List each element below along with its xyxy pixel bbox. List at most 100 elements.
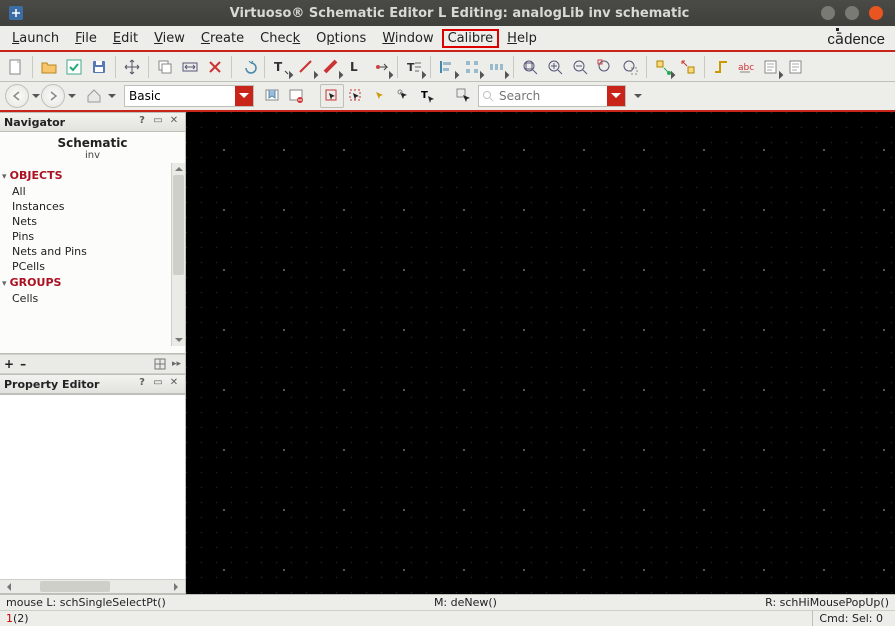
search-input[interactable] bbox=[497, 86, 607, 106]
navigator-grid-icon[interactable] bbox=[154, 358, 166, 370]
route-icon[interactable] bbox=[709, 55, 733, 79]
view-selector-value[interactable] bbox=[125, 86, 235, 106]
property-help-icon[interactable]: ? bbox=[135, 377, 149, 391]
view-selector-dropdown-icon[interactable] bbox=[235, 86, 253, 106]
wire-icon[interactable] bbox=[294, 55, 318, 79]
notes-icon[interactable] bbox=[759, 55, 783, 79]
menu-view[interactable]: View bbox=[146, 29, 193, 48]
zoom-sel-icon[interactable] bbox=[593, 55, 617, 79]
navigator-undock-icon[interactable]: ▭ bbox=[151, 115, 165, 129]
new-icon[interactable] bbox=[4, 55, 28, 79]
tree-item-pins[interactable]: Pins bbox=[2, 229, 183, 244]
select-full-icon[interactable] bbox=[392, 84, 416, 108]
hierarchy-up-icon[interactable] bbox=[676, 55, 700, 79]
tree-item-all[interactable]: All bbox=[2, 184, 183, 199]
property-undock-icon[interactable]: ▭ bbox=[151, 377, 165, 391]
check-save-icon[interactable] bbox=[62, 55, 86, 79]
view-selector[interactable] bbox=[124, 85, 254, 107]
back-button[interactable] bbox=[5, 84, 29, 108]
home-dropdown[interactable] bbox=[106, 89, 116, 103]
menu-create[interactable]: Create bbox=[193, 29, 252, 48]
property-hscrollbar[interactable] bbox=[0, 579, 185, 593]
tree-group-objects[interactable]: OBJECTS bbox=[2, 169, 183, 182]
stretch-icon[interactable] bbox=[178, 55, 202, 79]
app-icon bbox=[8, 5, 24, 21]
schematic-canvas[interactable] bbox=[186, 112, 895, 594]
hscroll-thumb[interactable] bbox=[40, 581, 110, 592]
navigator-scrollbar[interactable] bbox=[171, 163, 185, 346]
align-left-icon[interactable] bbox=[435, 55, 459, 79]
zoom-in-icon[interactable] bbox=[543, 55, 567, 79]
menu-file[interactable]: File bbox=[67, 29, 105, 48]
menu-help[interactable]: Help bbox=[499, 29, 545, 48]
window-close-button[interactable] bbox=[869, 6, 883, 20]
remove-bookmark-icon[interactable] bbox=[284, 84, 308, 108]
delete-icon[interactable] bbox=[203, 55, 227, 79]
toolbar-secondary: T bbox=[0, 82, 895, 112]
property-close-icon[interactable]: ✕ bbox=[167, 377, 181, 391]
menu-edit[interactable]: Edit bbox=[105, 29, 146, 48]
svg-text:L: L bbox=[350, 60, 358, 74]
navigator-remove-icon[interactable] bbox=[20, 357, 26, 371]
navigator-close-icon[interactable]: ✕ bbox=[167, 115, 181, 129]
select-arrow-icon[interactable] bbox=[320, 84, 344, 108]
distribute-icon[interactable] bbox=[460, 55, 484, 79]
back-history-dropdown[interactable] bbox=[30, 89, 40, 103]
zoom-out-icon[interactable] bbox=[568, 55, 592, 79]
window-maximize-button[interactable] bbox=[845, 6, 859, 20]
undo-icon[interactable] bbox=[236, 55, 260, 79]
menu-check[interactable]: Check bbox=[252, 29, 308, 48]
tree-item-instances[interactable]: Instances bbox=[2, 199, 183, 214]
distribute-h-icon[interactable] bbox=[485, 55, 509, 79]
scroll-down-icon[interactable] bbox=[172, 334, 185, 346]
menu-calibre[interactable]: Calibre bbox=[442, 29, 500, 48]
home-icon[interactable] bbox=[82, 84, 106, 108]
wire-wide-icon[interactable] bbox=[319, 55, 343, 79]
select-partial-icon[interactable] bbox=[368, 84, 392, 108]
add-bookmark-icon[interactable] bbox=[260, 84, 284, 108]
select-text-icon[interactable]: T bbox=[416, 84, 440, 108]
pick-icon[interactable] bbox=[452, 84, 476, 108]
label-icon[interactable]: L bbox=[344, 55, 368, 79]
tree-item-pcells[interactable]: PCells bbox=[2, 259, 183, 274]
menu-launch[interactable]: Launch bbox=[4, 29, 67, 48]
status-mouse-right: R: schHiMousePopUp() bbox=[765, 596, 889, 609]
annotate-icon[interactable]: abc bbox=[734, 55, 758, 79]
status-line2-left: 1(2) bbox=[6, 612, 76, 625]
scroll-thumb[interactable] bbox=[173, 175, 184, 275]
select-point-icon[interactable] bbox=[344, 84, 368, 108]
tree-item-cells[interactable]: Cells bbox=[2, 291, 183, 306]
navigator-add-icon[interactable] bbox=[4, 357, 14, 371]
property-editor-panel-label: Property Editor bbox=[4, 378, 99, 391]
navigator-menu-icon[interactable]: ▸▸ bbox=[172, 359, 181, 369]
instance-icon[interactable]: T bbox=[269, 55, 293, 79]
save-icon[interactable] bbox=[87, 55, 111, 79]
move-icon[interactable] bbox=[120, 55, 144, 79]
menu-window[interactable]: Window bbox=[374, 29, 441, 48]
tree-item-nets[interactable]: Nets bbox=[2, 214, 183, 229]
zoom-region-icon[interactable] bbox=[618, 55, 642, 79]
scroll-left-icon[interactable] bbox=[0, 580, 14, 593]
open-icon[interactable] bbox=[37, 55, 61, 79]
tree-group-groups[interactable]: GROUPS bbox=[2, 276, 183, 289]
tree-item-netsandpins[interactable]: Nets and Pins bbox=[2, 244, 183, 259]
navigator-header-sub: inv bbox=[0, 150, 185, 161]
window-minimize-button[interactable] bbox=[821, 6, 835, 20]
search-dropdown-icon[interactable] bbox=[607, 86, 625, 106]
svg-text:T: T bbox=[421, 90, 428, 101]
forward-history-dropdown[interactable] bbox=[66, 89, 76, 103]
search-box[interactable] bbox=[478, 85, 626, 107]
forward-button[interactable] bbox=[41, 84, 65, 108]
report-icon[interactable] bbox=[784, 55, 808, 79]
scroll-up-icon[interactable] bbox=[172, 163, 185, 175]
scroll-right-icon[interactable] bbox=[171, 580, 185, 593]
menu-options[interactable]: Options bbox=[308, 29, 374, 48]
search-options-dropdown[interactable] bbox=[632, 89, 642, 103]
text-left-icon[interactable]: T bbox=[402, 55, 426, 79]
hierarchy-down-icon[interactable] bbox=[651, 55, 675, 79]
pin-icon[interactable] bbox=[369, 55, 393, 79]
copy-icon[interactable] bbox=[153, 55, 177, 79]
navigator-help-icon[interactable]: ? bbox=[135, 115, 149, 129]
svg-text:T: T bbox=[274, 60, 283, 74]
zoom-fit-icon[interactable] bbox=[518, 55, 542, 79]
